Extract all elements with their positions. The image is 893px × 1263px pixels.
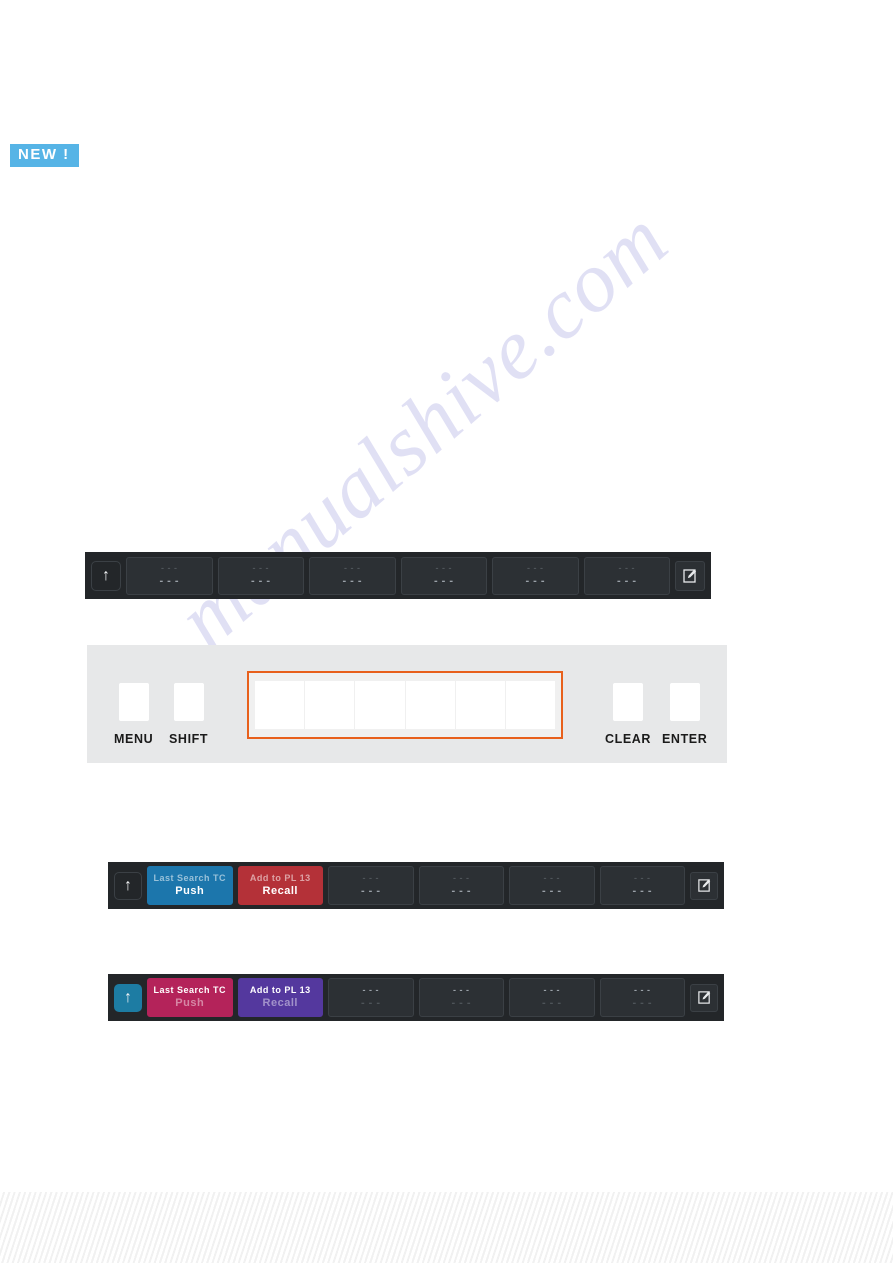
arrow-up-icon: ↑ [102,566,110,584]
softkey-bottom-label: Push [175,997,205,1010]
menu-key[interactable]: MENU [114,683,153,746]
edit-pencil-icon [697,990,712,1005]
softkey-cell[interactable]: - - - - - - [492,556,579,595]
softkey-bottom-label: - - - [632,885,653,898]
softkey-top-label: - - - [453,873,470,883]
softkey-bottom-label: - - - [360,885,381,898]
softkey-bottom-label: Recall [262,997,298,1010]
softkey-top-label: Add to PL 13 [249,985,311,995]
numeric-key[interactable] [505,681,556,729]
softkey-top-label: Add to PL 13 [249,873,311,883]
softkey-bottom-label: Push [175,885,205,898]
arrow-up-button[interactable]: ↑ [114,871,142,900]
softkey-top-label: - - - [453,985,470,995]
softkey-bottom-label: - - - [525,575,546,588]
menu-key-cap[interactable] [118,683,149,721]
softkey-top-label: - - - [252,563,269,573]
softkey-cell[interactable]: - - - - - - [328,978,414,1017]
softkey-bottom-label: - - - [541,885,562,898]
softkey-top-label: - - - [344,563,361,573]
softkey-top-label: - - - [362,985,379,995]
softkey-bottom-label: - - - [616,575,637,588]
softkey-bottom-label: - - - [451,885,472,898]
softkey-cell[interactable]: - - - - - - [217,556,304,595]
page-footer-hatch [0,1192,893,1263]
softkey-cell[interactable]: - - - - - - [509,978,595,1017]
softkey-top-label: Last Search TC [153,873,227,883]
softkey-row-highlight [247,671,563,739]
clear-key-cap[interactable] [613,683,644,721]
arrow-up-icon: ↑ [124,876,132,894]
softkey-bottom-label: - - - [541,997,562,1010]
softkey-bottom-label: - - - [632,997,653,1010]
softkey-cell[interactable]: - - - - - - [509,866,595,905]
enter-key-cap[interactable] [669,683,700,721]
clear-key-label: CLEAR [605,732,652,746]
numeric-key[interactable] [255,681,305,729]
keypad-panel: MENU SHIFT CLEAR ENTER [87,645,727,763]
softkey-cell-add-to-pl[interactable]: Add to PL 13 Recall [237,866,323,905]
softkey-cell[interactable]: - - - - - - [583,556,670,595]
edit-button[interactable] [690,983,718,1012]
softkey-top-label: - - - [634,873,651,883]
softkey-top-label: - - - [161,563,178,573]
enter-key-label: ENTER [662,732,708,746]
softkey-cell[interactable]: - - - - - - [418,978,504,1017]
softkey-bar-empty: ↑ - - - - - - - - - - - - - - - - - - - … [85,552,711,599]
softkey-cell-add-to-pl[interactable]: Add to PL 13 Recall [237,978,323,1017]
edit-pencil-icon [682,568,698,584]
softkey-top-label: - - - [543,873,560,883]
softkey-cell[interactable]: - - - - - - [599,866,685,905]
softkey-top-label: Last Search TC [153,985,227,995]
softkey-cell-last-search-tc[interactable]: Last Search TC Push [147,866,233,905]
clear-key[interactable]: CLEAR [605,683,651,746]
numeric-key[interactable] [355,681,405,729]
edit-button[interactable] [675,560,705,591]
softkey-cell-last-search-tc[interactable]: Last Search TC Push [147,978,233,1017]
softkey-bottom-label: - - - [342,575,363,588]
shift-key-cap[interactable] [173,683,204,721]
softkey-cell[interactable]: - - - - - - [400,556,487,595]
softkey-bottom-label: Recall [262,885,298,898]
numeric-key[interactable] [405,681,455,729]
arrow-up-button[interactable]: ↑ [114,983,142,1012]
edit-pencil-icon [697,878,712,893]
softkey-top-label: - - - [435,563,452,573]
softkey-cell[interactable]: - - - - - - [126,556,213,595]
softkey-bottom-label: - - - [360,997,381,1010]
enter-key[interactable]: ENTER [662,683,707,746]
softkey-bar-assigned-alt: ↑ Last Search TC Push Add to PL 13 Recal… [108,974,724,1021]
softkey-bottom-label: - - - [159,575,180,588]
numeric-key[interactable] [305,681,355,729]
softkey-top-label: - - - [634,985,651,995]
softkey-top-label: - - - [527,563,544,573]
watermark: manualshive.com [150,191,790,890]
softkey-cell[interactable]: - - - - - - [599,978,685,1017]
softkey-bottom-label: - - - [451,997,472,1010]
softkey-cell[interactable]: - - - - - - [309,556,396,595]
shift-key-label: SHIFT [169,732,209,746]
menu-key-label: MENU [114,732,154,746]
softkey-bottom-label: - - - [433,575,454,588]
arrow-up-icon: ↑ [124,988,132,1006]
softkey-bottom-label: - - - [250,575,271,588]
softkey-top-label: - - - [543,985,560,995]
softkey-cell[interactable]: - - - - - - [418,866,504,905]
arrow-up-button[interactable]: ↑ [91,560,121,591]
edit-button[interactable] [690,871,718,900]
softkey-top-label: - - - [618,563,635,573]
softkey-cell[interactable]: - - - - - - [328,866,414,905]
new-badge: NEW ! [10,144,79,167]
softkey-top-label: - - - [362,873,379,883]
softkey-bar-assigned-push-recall: ↑ Last Search TC Push Add to PL 13 Recal… [108,862,724,909]
shift-key[interactable]: SHIFT [169,683,208,746]
numeric-key[interactable] [455,681,505,729]
